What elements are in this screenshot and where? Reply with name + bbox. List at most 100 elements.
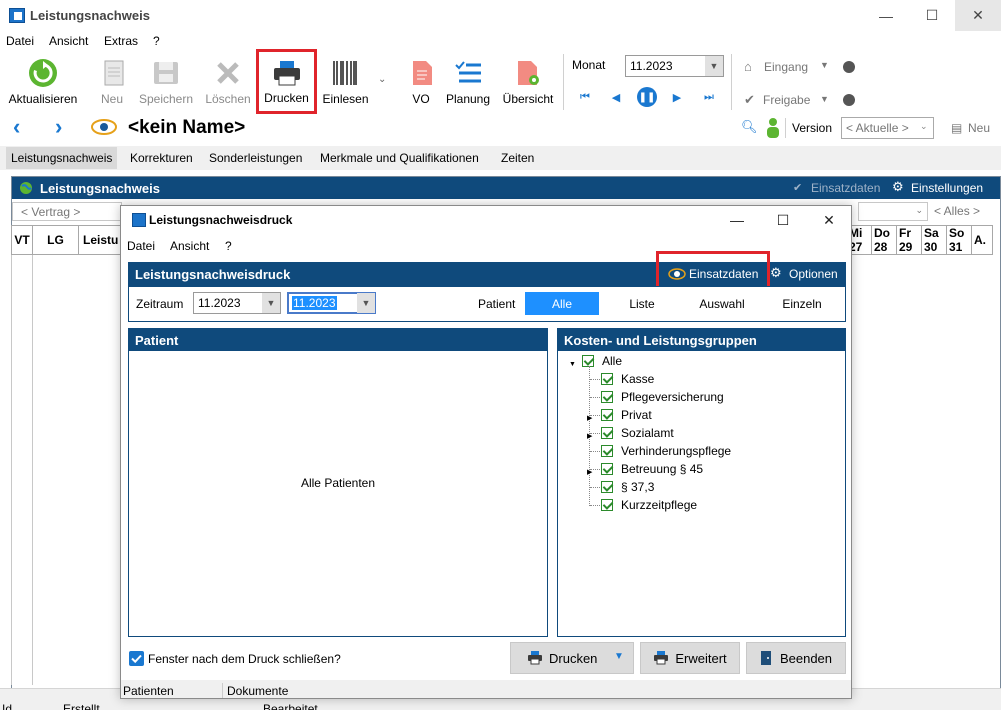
tree-item-betreuung[interactable]: Betreuung § 45 [601,460,703,478]
uebersicht-button[interactable]: Übersicht [498,52,558,112]
tree-connector [590,379,600,380]
dialog-menu-help[interactable]: ? [225,239,232,253]
pause-icon[interactable]: ❚❚ [637,87,657,107]
patient-liste-button[interactable]: Liste [606,292,678,315]
column-header-leistung[interactable]: Leistu [78,225,123,255]
chevron-down-icon[interactable]: ▼ [357,293,375,313]
aktualisieren-label: Aktualisieren [8,92,78,106]
close-after-print-label: Fenster nach dem Druck schließen? [148,652,341,666]
eingang-dropdown-icon[interactable]: ▼ [820,60,829,70]
eingang-label[interactable]: Eingang [764,60,808,74]
menu-datei[interactable]: Datei [6,34,34,48]
day-header[interactable]: Do 28 [871,225,897,255]
column-header-vt[interactable]: VT [11,225,33,255]
neu-button[interactable]: Neu [95,52,129,112]
expand-icon[interactable]: ▶ [587,432,592,440]
tree-item-sozialamt[interactable]: Sozialamt [601,424,674,442]
dialog-minimize-button[interactable]: — [714,205,760,235]
close-button[interactable]: ✕ [955,0,1001,31]
expand-icon[interactable]: ▼ [569,361,576,368]
erweitert-button[interactable]: Erweitert [640,642,740,674]
main-einstellungen-button[interactable]: Einstellungen [911,181,983,195]
dialog-menu-datei[interactable]: Datei [127,239,155,253]
freigabe-label[interactable]: Freigabe [763,93,810,107]
exit-door-icon [760,651,772,665]
day-header[interactable]: So 31 [946,225,972,255]
first-icon[interactable]: ⏮ [578,90,592,104]
einlesen-button[interactable]: Einlesen [318,52,373,112]
menu-ansicht[interactable]: Ansicht [49,34,88,48]
close-after-print-checkbox[interactable] [129,651,144,666]
chevron-down-icon[interactable]: ▼ [705,56,723,76]
tree-item-label: Pflegeversicherung [621,390,724,404]
tab-zeiten[interactable]: Zeiten [496,147,539,169]
tree-item-alle[interactable]: Alle [582,352,622,370]
checkbox[interactable] [601,373,613,385]
planung-button[interactable]: Planung [442,52,494,112]
tree-item-37-3[interactable]: § 37,3 [601,478,654,496]
filter-dropdown-icon[interactable]: ⌄ [858,202,928,221]
checkbox[interactable] [601,481,613,493]
person-icon[interactable] [765,117,781,139]
day-header[interactable]: A. [971,225,993,255]
drucken-button[interactable]: Drucken [256,49,317,114]
einlesen-dropdown-icon[interactable]: ⌄ [378,74,386,85]
expand-icon[interactable]: ▶ [587,414,592,422]
chevron-down-icon[interactable]: ▼ [262,293,280,313]
dialog-optionen-button[interactable]: Optionen [789,267,838,281]
vo-button[interactable]: VO [405,52,437,112]
minimize-button[interactable]: — [863,0,909,31]
freigabe-dropdown-icon[interactable]: ▼ [820,94,829,104]
patient-einzeln-button[interactable]: Einzeln [766,292,838,315]
version-dropdown-icon[interactable]: ⌄ [920,121,928,132]
column-header-lg[interactable]: LG [32,225,79,255]
speichern-button[interactable]: Speichern [135,52,197,112]
loeschen-button[interactable]: Löschen [203,52,253,112]
tab-leistungsnachweis[interactable]: Leistungsnachweis [6,147,118,169]
last-icon[interactable]: ⏭ [702,90,716,104]
patient-alle-button[interactable]: Alle [525,292,599,315]
nav-neu-button[interactable]: Neu [968,121,990,135]
back-icon[interactable]: ‹ [13,114,20,140]
refresh-icon [28,58,58,88]
day-header[interactable]: Fr 29 [896,225,922,255]
previous-icon[interactable]: ◀ [609,90,623,104]
checkbox[interactable] [601,445,613,457]
beenden-button[interactable]: Beenden [746,642,846,674]
tree-item-privat[interactable]: Privat [601,406,652,424]
eye-icon[interactable] [91,117,117,137]
tree-item-label: Verhinderungspflege [621,444,732,458]
menu-extras[interactable]: Extras [104,34,138,48]
checkbox[interactable] [601,463,613,475]
aktualisieren-button[interactable]: Aktualisieren [4,52,82,112]
vertrag-filter[interactable]: < Vertrag > [12,202,122,221]
patient-auswahl-button[interactable]: Auswahl [684,292,760,315]
checkbox[interactable] [601,391,613,403]
checkbox[interactable] [601,409,613,421]
tree-item-kurzzeitpflege[interactable]: Kurzzeitpflege [601,496,697,514]
day-header[interactable]: Sa 30 [921,225,947,255]
tab-merkmale[interactable]: Merkmale und Qualifikationen [315,147,484,169]
checkbox[interactable] [601,427,613,439]
main-einsatzdaten-button[interactable]: Einsatzdaten [811,181,880,195]
checkbox[interactable] [601,499,613,511]
tree-item-pflegeversicherung[interactable]: Pflegeversicherung [601,388,724,406]
next-icon[interactable]: ▶ [670,90,684,104]
tab-sonderleistungen[interactable]: Sonderleistungen [204,147,307,169]
dialog-menu-ansicht[interactable]: Ansicht [170,239,209,253]
dialog-einsatzdaten-button[interactable]: Einsatzdaten [689,267,758,281]
check-circle-icon: ✔ [744,92,755,107]
dialog-close-button[interactable]: ✕ [806,205,852,235]
tree-item-kasse[interactable]: Kasse [601,370,654,388]
search-icon[interactable]: 🔍︎ [741,119,758,135]
tab-korrekturen[interactable]: Korrekturen [125,147,198,169]
dialog-maximize-button[interactable]: ☐ [760,205,806,235]
menu-help[interactable]: ? [153,34,160,48]
expand-icon[interactable]: ▶ [587,468,592,476]
alles-filter[interactable]: < Alles > [934,204,980,218]
maximize-button[interactable]: ☐ [909,0,955,31]
tree-item-verhinderungspflege[interactable]: Verhinderungspflege [601,442,731,460]
checkbox[interactable] [582,355,594,367]
drucken-dropdown-icon[interactable]: ▼ [614,651,624,662]
forward-icon[interactable]: › [55,114,62,140]
